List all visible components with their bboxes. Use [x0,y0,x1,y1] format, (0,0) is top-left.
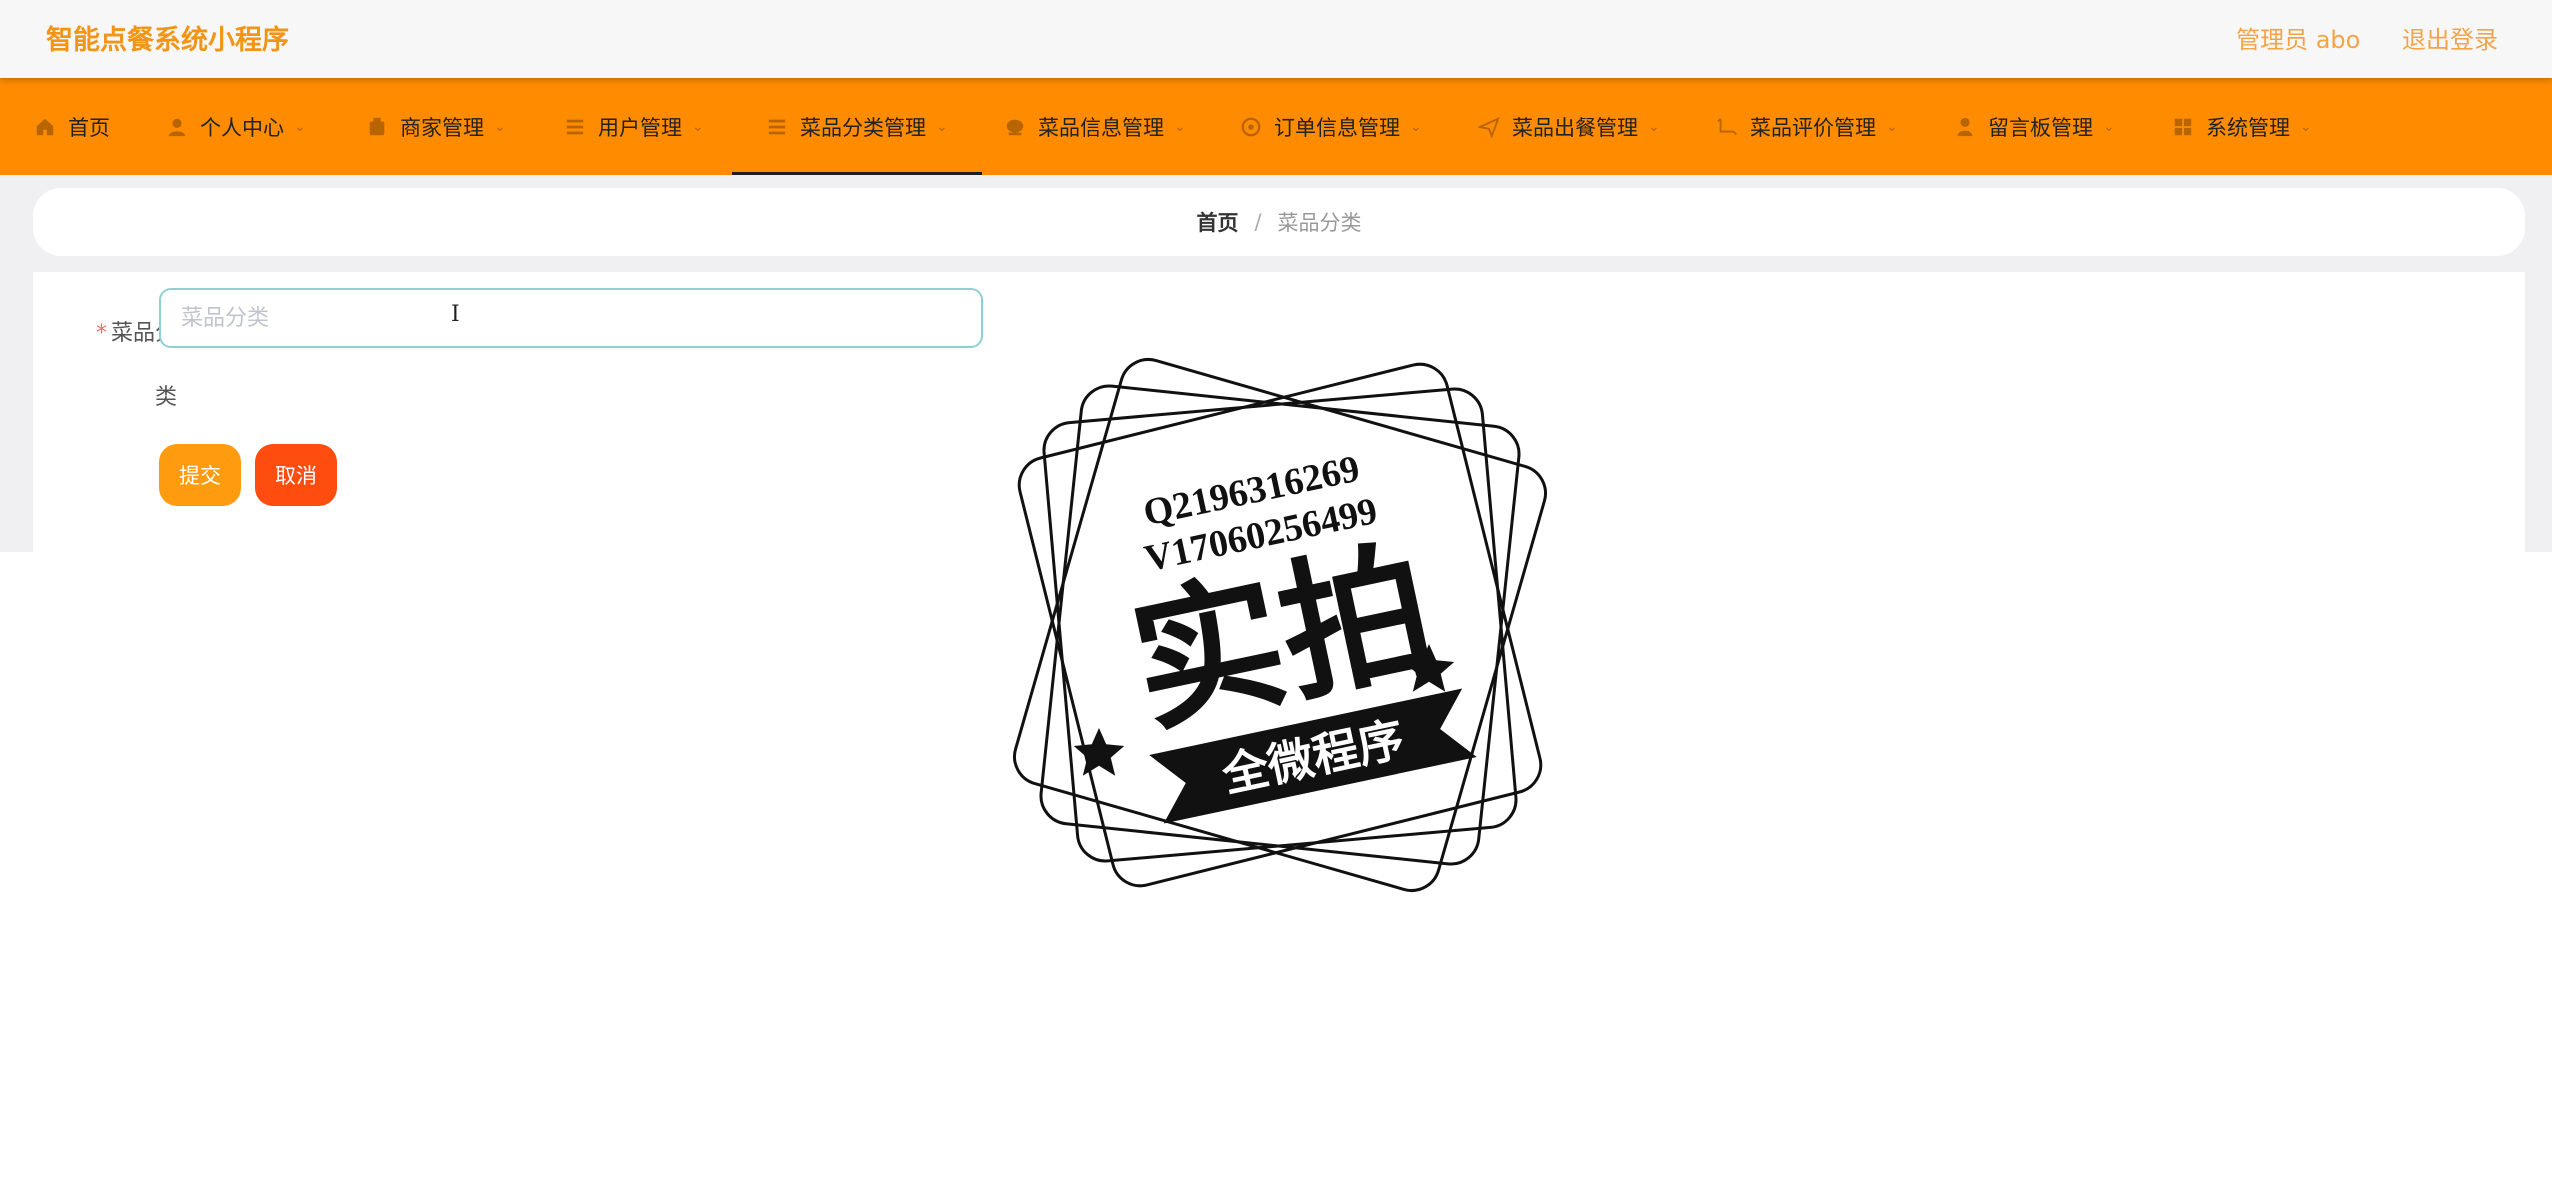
text-cursor-icon: I [451,302,460,327]
cancel-button[interactable]: 取消 [255,444,337,506]
nav-item-system[interactable]: 系统管理 ⌄ [2172,78,2312,175]
required-mark: * [95,321,107,346]
nav-item-messages[interactable]: 留言板管理 ⌄ [1954,78,2115,175]
breadcrumb-home[interactable]: 首页 [1196,207,1238,237]
order-icon [1241,117,1261,136]
nav-item-orders[interactable]: 订单信息管理 ⌄ [1240,78,1422,175]
nav-item-reviews[interactable]: 菜品评价管理 ⌄ [1716,78,1898,175]
header-actions: 管理员 abo 退出登录 [2236,20,2498,55]
chevron-down-icon: ⌄ [692,118,704,135]
nav-item-users[interactable]: 用户管理 ⌄ [564,78,704,175]
label-text-line2: 类 [154,385,177,410]
store-icon [369,117,385,135]
dish-icon [1006,119,1024,135]
nav-item-profile[interactable]: 个人中心 ⌄ [166,78,306,175]
comment-icon [1717,117,1737,135]
nav-label: 订单信息管理 [1274,115,1400,140]
main-nav: 首页 个人中心 ⌄ 商家管理 ⌄ 用户管理 ⌄ 菜品分类管理 ⌄ 菜品信息管理 … [0,78,2552,175]
list-icon [768,119,786,134]
breadcrumb-separator: / [1254,210,1262,234]
breadcrumb-current: 菜品分类 [1277,211,1362,235]
chevron-down-icon: ⌄ [1648,118,1660,135]
submit-button[interactable]: 提交 [159,444,241,506]
logout-link[interactable]: 退出登录 [2402,26,2498,54]
chevron-down-icon: ⌄ [936,118,948,135]
nav-label: 首页 [68,115,110,140]
home-icon [36,118,54,135]
grid-icon [2174,118,2192,135]
chevron-down-icon: ⌄ [494,118,506,135]
nav-label: 菜品出餐管理 [1512,115,1638,140]
chevron-down-icon: ⌄ [2300,118,2312,135]
nav-item-dish-info[interactable]: 菜品信息管理 ⌄ [1004,78,1186,175]
watermark-stamp: Q2196316269 V17060256499 实拍 全微程序 [1013,358,1547,892]
top-header: 智能点餐系统小程序 管理员 abo 退出登录 [0,0,2552,78]
nav-label: 系统管理 [2206,115,2290,140]
nav-item-merchant[interactable]: 商家管理 ⌄ [366,78,506,175]
breadcrumb: 首页 / 菜品分类 [33,188,2525,256]
chevron-down-icon: ⌄ [1886,118,1898,135]
nav-item-dish-category[interactable]: 菜品分类管理 ⌄ [732,78,982,175]
nav-label: 用户管理 [598,115,682,140]
chevron-down-icon: ⌄ [294,118,306,135]
nav-label: 商家管理 [400,115,484,140]
nav-label: 菜品评价管理 [1750,115,1876,140]
nav-label: 菜品分类管理 [800,115,926,140]
dish-category-input[interactable] [159,288,983,348]
nav-label: 个人中心 [200,115,284,140]
nav-item-home[interactable]: 首页 [34,78,110,175]
chevron-down-icon: ⌄ [1174,118,1186,135]
nav-item-serving[interactable]: 菜品出餐管理 ⌄ [1478,78,1660,175]
chevron-down-icon: ⌄ [2103,118,2115,135]
list-icon [566,119,584,134]
person-icon [1957,117,1973,136]
send-icon [1478,116,1500,138]
user-label[interactable]: 管理员 abo [2236,26,2360,54]
nav-label: 菜品信息管理 [1038,115,1164,140]
nav-label: 留言板管理 [1988,115,2093,140]
app-title: 智能点餐系统小程序 [46,25,289,56]
chevron-down-icon: ⌄ [1410,118,1422,135]
user-icon [168,118,186,136]
